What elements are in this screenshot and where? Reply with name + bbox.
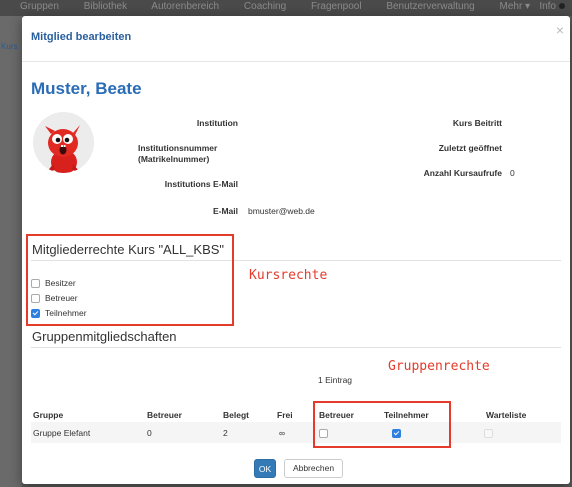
course-rights-annotation: Kursrechte <box>249 268 328 283</box>
group-memberships-title: Gruppenmitgliedschaften <box>32 329 177 344</box>
institution-label: Institution <box>196 118 238 128</box>
rights-option-betreuer[interactable]: Betreuer <box>31 292 78 304</box>
background-breadcrumb[interactable]: Kurs <box>1 42 17 51</box>
cancel-button[interactable]: Abbrechen <box>284 459 343 478</box>
member-name: Muster, Beate <box>31 79 142 98</box>
institution-email-label: Institutions E-Mail <box>164 179 238 189</box>
col-warteliste: Warteliste <box>486 410 527 420</box>
row-betreuer-count: 0 <box>147 428 152 438</box>
nav-item-coaching[interactable]: Coaching <box>244 1 286 12</box>
nav-item-autorenbereich[interactable]: Autorenbereich <box>151 1 219 12</box>
nav-item-fragenpool[interactable]: Fragenpool <box>311 1 362 12</box>
nav-item-mehr[interactable]: Mehr ▾ <box>500 1 531 12</box>
course-visits-value: 0 <box>510 168 515 178</box>
group-rights-highlight-box <box>313 401 451 448</box>
course-visits-label: Anzahl Kursaufrufe <box>423 168 502 178</box>
ok-button[interactable]: OK <box>254 459 276 478</box>
checkbox-besitzer[interactable] <box>31 278 40 288</box>
course-join-label: Kurs Beitritt <box>452 118 502 128</box>
divider <box>31 347 561 348</box>
checkbox-betreuer[interactable] <box>31 293 40 303</box>
modal-title: Mitglied bearbeiten <box>31 31 132 43</box>
background-page: Kurs <box>0 16 22 487</box>
edit-member-dialog: Mitglied bearbeiten × Muster, Beate Inst… <box>22 16 570 484</box>
rights-option-label: Teilnehmer <box>45 308 87 318</box>
rights-option-label: Betreuer <box>45 293 78 303</box>
checkbox-teilnehmer[interactable] <box>31 308 40 318</box>
email-label: E-Mail <box>212 206 238 216</box>
avatar <box>33 112 94 173</box>
status-dot-icon <box>559 3 565 10</box>
institution-number-label: Institutionsnummer (Matrikelnummer) <box>138 143 238 165</box>
col-gruppe: Gruppe <box>33 410 64 420</box>
rights-option-besitzer[interactable]: Besitzer <box>31 277 76 289</box>
background-nav-items: Gruppen Bibliothek Autorenbereich Coachi… <box>20 1 552 12</box>
entry-count: 1 Eintrag <box>318 375 353 385</box>
institution-number-label-line1: Institutionsnummer <box>138 143 218 153</box>
nav-item-benutzerverwaltung[interactable]: Benutzerverwaltung <box>386 1 474 12</box>
col-frei: Frei <box>277 410 293 420</box>
background-nav-bar: Gruppen Bibliothek Autorenbereich Coachi… <box>0 0 572 16</box>
table-row <box>31 422 561 443</box>
nav-right: Info <box>539 1 568 12</box>
rights-option-label: Besitzer <box>45 278 76 288</box>
nav-item-gruppen[interactable]: Gruppen <box>20 1 59 12</box>
red-monster-avatar-icon <box>33 112 94 173</box>
row-frei: ∞ <box>279 428 286 438</box>
row-belegt: 2 <box>223 428 228 438</box>
group-rights-annotation: Gruppenrechte <box>388 359 490 374</box>
col-belegt: Belegt <box>223 410 249 420</box>
last-opened-label: Zuletzt geöffnet <box>438 143 502 153</box>
row-gruppe[interactable]: Gruppe Elefant <box>33 428 90 438</box>
col-betreuer-count: Betreuer <box>147 410 182 420</box>
rights-option-teilnehmer[interactable]: Teilnehmer <box>31 307 87 319</box>
nav-info-link[interactable]: Info <box>539 1 556 12</box>
modal-header: Mitglied bearbeiten × <box>22 16 570 62</box>
institution-number-label-line2: (Matrikelnummer) <box>138 154 210 164</box>
close-icon[interactable]: × <box>556 22 564 38</box>
email-value: bmuster@web.de <box>248 206 315 216</box>
nav-item-bibliothek[interactable]: Bibliothek <box>84 1 127 12</box>
group-warteliste-checkbox <box>484 429 493 438</box>
